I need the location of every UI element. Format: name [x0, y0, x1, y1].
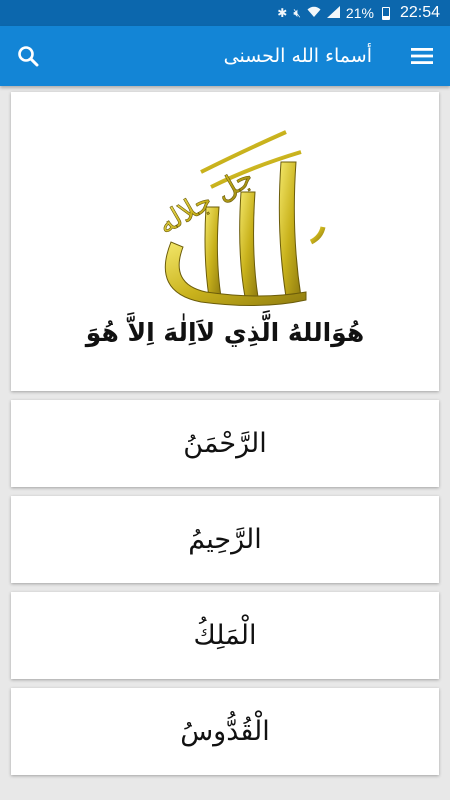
battery-icon [381, 6, 390, 20]
name-label: الرَّحْمَنُ [183, 428, 267, 459]
names-list[interactable]: جل جلاله هُوَاللهُ الَّذِي لاَاِلٰهَ اِل… [11, 92, 439, 775]
bluetooth-icon: ✱ [277, 6, 288, 20]
page-title: أسماء الله الحسنى [223, 45, 372, 67]
search-button[interactable] [12, 40, 44, 72]
search-icon [18, 46, 39, 67]
status-bar: ✱ 🔇︎ 21% 22:54 [0, 0, 450, 26]
list-item-name[interactable]: الْمَلِكُ [11, 592, 439, 679]
name-label: الرَّحِيمُ [188, 524, 262, 555]
menu-icon [411, 48, 433, 64]
name-label: الْقُدُّوسُ [180, 716, 270, 747]
menu-button[interactable] [406, 40, 438, 72]
battery-percent: 21% [345, 5, 374, 21]
hero-card: جل جلاله هُوَاللهُ الَّذِي لاَاِلٰهَ اِل… [11, 92, 439, 391]
signal-icon [326, 5, 340, 21]
list-item-name[interactable]: الرَّحْمَنُ [11, 400, 439, 487]
status-time: 22:54 [399, 4, 440, 21]
list-item-name[interactable]: الْقُدُّوسُ [11, 688, 439, 775]
name-label: الْمَلِكُ [193, 620, 257, 651]
hero-verse: هُوَاللهُ الَّذِي لاَاِلٰهَ اِلاَّ هُوَ [85, 318, 365, 347]
app-bar: أسماء الله الحسنى [0, 26, 450, 86]
list-item-name[interactable]: الرَّحِيمُ [11, 496, 439, 583]
mute-icon: 🔇︎ [293, 5, 301, 20]
allah-calligraphy-logo: جل جلاله [151, 130, 326, 307]
wifi-icon [307, 6, 321, 21]
